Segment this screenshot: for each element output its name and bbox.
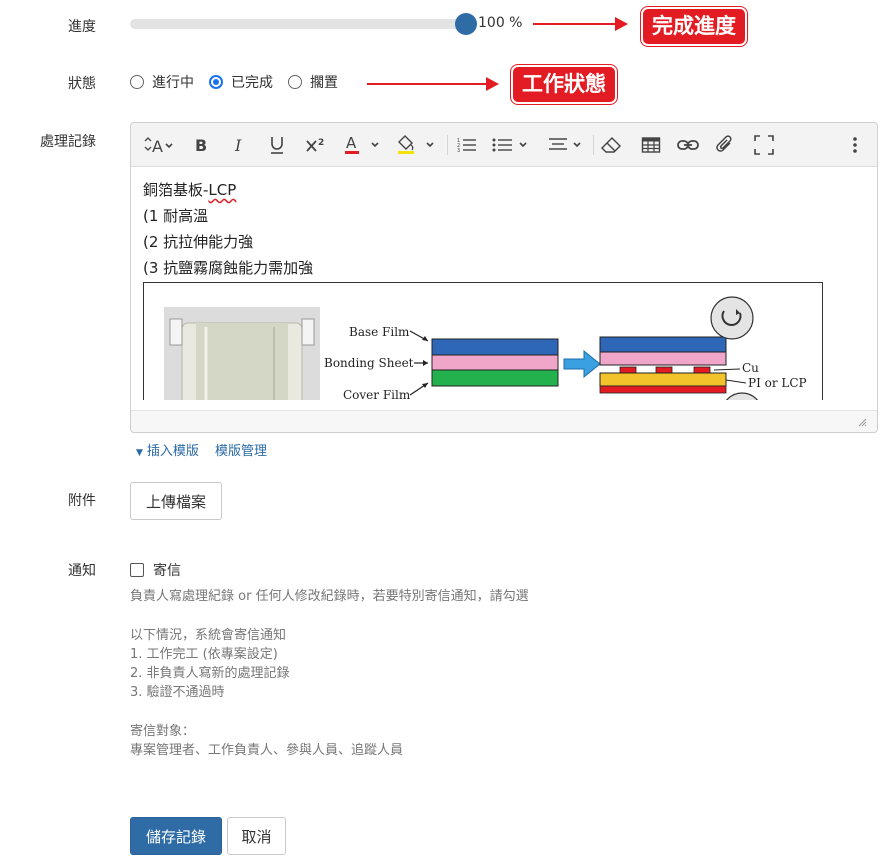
label-bonding-sheet: Bonding Sheet — [324, 356, 414, 370]
radio-icon — [288, 75, 302, 89]
manage-template-link[interactable]: 模版管理 — [215, 440, 267, 459]
content-text: 銅箔基板- — [143, 181, 209, 199]
status-option-in-progress[interactable]: 進行中 — [130, 72, 194, 92]
attachment-label: 附件 — [68, 493, 96, 509]
notify-help-text: 2. 非負責人寫新的處理記錄 — [130, 666, 290, 681]
bold-icon[interactable]: B — [189, 133, 213, 157]
status-option-on-hold[interactable]: 擱置 — [288, 72, 338, 92]
status-option-completed[interactable]: 已完成 — [209, 72, 273, 92]
save-record-button[interactable]: 儲存記錄 — [130, 817, 222, 855]
superscript-icon[interactable]: 2 — [303, 133, 329, 157]
status-option-label: 已完成 — [231, 75, 273, 91]
template-links: ▼ 插入模版 模版管理 — [136, 440, 267, 459]
align-icon[interactable] — [548, 133, 586, 157]
text-color-icon[interactable]: A — [343, 133, 383, 157]
spellcheck-text: LCP — [208, 181, 237, 199]
label-cover-film: Cover Film — [343, 388, 411, 400]
progress-callout-arrow — [533, 17, 628, 31]
svg-text:A: A — [346, 134, 357, 152]
progress-slider-track[interactable] — [130, 19, 466, 29]
highlight-icon[interactable] — [396, 133, 438, 157]
content-line: (1 耐高溫 — [143, 207, 209, 225]
font-size-icon[interactable]: A — [143, 133, 175, 157]
eraser-icon[interactable] — [599, 133, 623, 157]
notify-help-text: 寄信對象： — [130, 724, 196, 739]
status-radio-group: 進行中 已完成 擱置 — [130, 72, 353, 92]
insert-template-label: 插入模版 — [146, 444, 199, 459]
label-base-film: Base Film — [349, 325, 410, 339]
underline-icon[interactable] — [265, 133, 289, 157]
bullet-list-icon[interactable] — [491, 133, 533, 157]
caret-down-icon: ▼ — [136, 448, 143, 458]
fullscreen-icon[interactable] — [751, 133, 777, 157]
progress-callout: 完成進度 — [641, 7, 747, 46]
toolbar-separator — [593, 135, 594, 155]
editor-statusbar — [131, 410, 877, 432]
insert-template-link[interactable]: ▼ 插入模版 — [136, 440, 199, 459]
notify-help-text: 以下情況，系統會寄信通知 — [130, 628, 287, 643]
label-pi-or-lcp: PI or LCP — [748, 376, 807, 390]
status-option-label: 擱置 — [310, 75, 338, 91]
progress-value: 100 % — [478, 15, 523, 31]
status-label: 狀態 — [68, 76, 96, 92]
notify-label: 通知 — [68, 563, 96, 579]
svg-text:A: A — [152, 137, 163, 155]
editor-content[interactable]: 銅箔基板-LCP (1 耐高溫 (2 抗拉伸能力強 (3 抗鹽霧腐蝕能力需加強 … — [131, 167, 877, 400]
status-option-label: 進行中 — [152, 75, 194, 91]
progress-slider-handle[interactable] — [455, 13, 477, 35]
send-email-label: 寄信 — [153, 563, 181, 579]
content-line: (3 抗鹽霧腐蝕能力需加強 — [143, 259, 314, 277]
content-line: (2 抗拉伸能力強 — [143, 233, 254, 251]
content-line: 銅箔基板-LCP — [143, 177, 865, 203]
upload-file-button[interactable]: 上傳檔案 — [130, 482, 222, 520]
notify-help-text: 1. 工作完工 (依專案設定) — [130, 647, 278, 662]
status-callout-arrow — [367, 77, 499, 91]
editor-toolbar: A B I 2 A 123 — [131, 123, 877, 167]
radio-icon — [130, 75, 144, 89]
more-icon[interactable] — [845, 133, 865, 157]
record-label: 處理記錄 — [40, 134, 96, 150]
radio-checked-icon — [209, 75, 223, 89]
ordered-list-icon[interactable]: 123 — [455, 133, 479, 157]
attachment-icon[interactable] — [713, 133, 737, 157]
table-icon[interactable] — [639, 133, 663, 157]
status-callout: 工作狀態 — [511, 65, 617, 104]
send-email-checkbox[interactable] — [130, 563, 144, 577]
rich-text-editor: A B I 2 A 123 銅箔基板-LCP (1 耐高溫 (2 抗拉伸能力強 … — [130, 122, 878, 433]
svg-text:3: 3 — [457, 148, 460, 154]
svg-text:2: 2 — [318, 138, 324, 148]
svg-text:B: B — [195, 136, 207, 154]
italic-icon[interactable]: I — [227, 133, 251, 157]
link-icon[interactable] — [675, 133, 701, 157]
label-cu: Cu — [742, 361, 759, 375]
embedded-figure[interactable]: Base Film Bonding Sheet Cover Film Cu PI… — [143, 282, 823, 400]
notify-help-text: 3. 驗證不通過時 — [130, 685, 225, 700]
send-email-checkbox-row[interactable]: 寄信 — [130, 560, 181, 580]
notify-help-text: 專案管理者、工作負責人、參與人員、追蹤人員 — [130, 743, 404, 758]
svg-text:I: I — [234, 136, 242, 154]
cancel-button[interactable]: 取消 — [227, 817, 286, 855]
notify-help-text: 負責人寫處理紀錄 or 任何人修改紀錄時，若要特別寄信通知，請勾選 — [130, 589, 529, 604]
progress-label: 進度 — [68, 19, 96, 35]
resize-handle-icon[interactable] — [857, 417, 867, 427]
toolbar-separator — [447, 135, 448, 155]
